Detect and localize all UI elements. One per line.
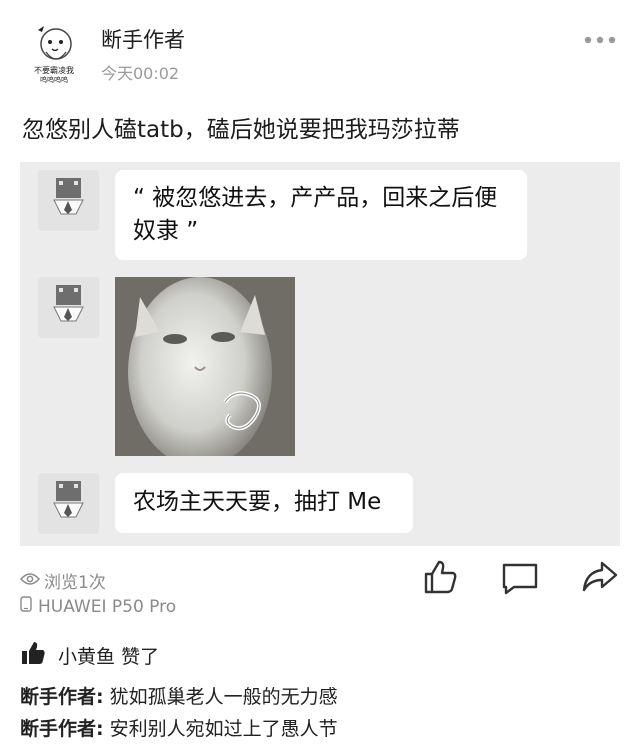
author-name[interactable]: 断手作者 (101, 24, 185, 54)
view-count-label: 浏览1次 (44, 573, 106, 593)
comment-author[interactable]: 断手作者 (20, 718, 96, 740)
chat-avatar (38, 473, 99, 534)
phone-icon (20, 596, 32, 617)
like-filled-icon (20, 640, 46, 671)
chat-bubble-1: “ 被忽悠进去，产产品，回来之后便奴隶 ” (115, 170, 527, 260)
chat-bubble-2: 农场主天天要，抽打 Me (115, 473, 413, 533)
share-icon (582, 561, 618, 592)
comment-item[interactable]: 断手作者: 安利别人宛如过上了愚人节 (20, 714, 338, 741)
author-avatar[interactable]: 不要霸凌我 呜呜呜呜 (24, 22, 84, 84)
like-icon (424, 560, 457, 594)
svg-text:呜呜呜呜: 呜呜呜呜 (40, 75, 68, 84)
comment-text: 安利别人宛如过上了愚人节 (109, 718, 338, 740)
eye-icon (19, 571, 41, 591)
like-button[interactable] (420, 557, 460, 597)
comment-item[interactable]: 断手作者: 犹如孤巢老人一般的无力感 (20, 682, 338, 709)
likes-row: 小黄鱼 赞了 (20, 640, 159, 671)
share-button[interactable] (580, 557, 620, 597)
comment-text: 犹如孤巢老人一般的无力感 (109, 686, 338, 708)
chat-avatar (38, 277, 99, 338)
post-body-text: 忽悠别人磕tatb，磕后她说要把我玛莎拉蒂 (22, 117, 460, 143)
chat-avatar (38, 170, 99, 231)
svg-text:不要霸凌我: 不要霸凌我 (34, 65, 74, 75)
likes-suffix: 赞了 (121, 646, 160, 668)
cat-meme-image (115, 277, 295, 456)
more-options-icon[interactable] (582, 30, 618, 50)
liker-name[interactable]: 小黄鱼 (58, 646, 115, 668)
comment-icon (502, 563, 538, 595)
device-label: HUAWEI P50 Pro (38, 596, 177, 617)
post-time: 今天00:02 (101, 64, 180, 83)
device-info: HUAWEI P50 Pro (20, 596, 176, 617)
view-count: 浏览1次 (19, 568, 106, 593)
comment-button[interactable] (500, 557, 540, 597)
comment-author[interactable]: 断手作者 (20, 686, 96, 708)
chat-screenshot-image[interactable]: “ 被忽悠进去，产产品，回来之后便奴隶 ” 农场主天天要，抽打 Me (20, 162, 620, 546)
ghost-mascot-image: 不要霸凌我 呜呜呜呜 (24, 22, 84, 84)
